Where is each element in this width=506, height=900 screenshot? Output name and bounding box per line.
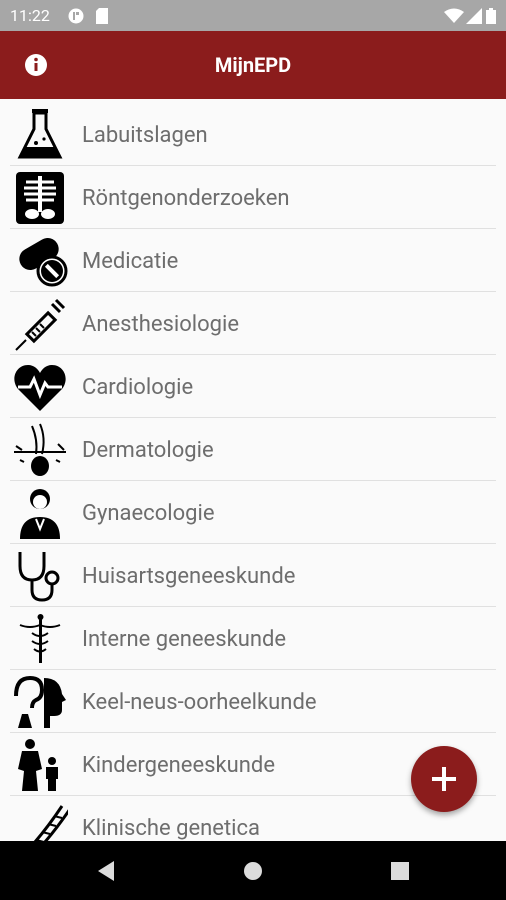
- page-title: MijnEPD: [214, 53, 292, 77]
- back-icon[interactable]: [94, 859, 118, 883]
- battery-icon: [486, 8, 496, 24]
- flask-icon: [17, 109, 63, 159]
- list-item-medicatie[interactable]: Medicatie: [10, 229, 496, 292]
- pills-icon: [19, 238, 68, 287]
- home-icon[interactable]: [241, 859, 265, 883]
- list-item-label: Labuitslagen: [82, 123, 208, 148]
- app-bar: MijnEPD: [0, 31, 506, 99]
- specialty-list: Labuitslagen Röntgenonderzoeken Medicati…: [0, 99, 506, 841]
- signal-icon: [466, 8, 482, 24]
- plus-icon: [432, 767, 456, 791]
- stethoscope-icon: [18, 552, 60, 602]
- list-item-label: Röntgenonderzoeken: [82, 186, 290, 211]
- list-item-label: Medicatie: [82, 249, 179, 274]
- list-item-label: Cardiologie: [82, 375, 194, 400]
- media-icon: [68, 8, 84, 24]
- list-item-labuitslagen[interactable]: Labuitslagen: [10, 103, 496, 166]
- status-bar: 11:22: [0, 0, 506, 31]
- list-item-label: Gynaecologie: [82, 501, 215, 526]
- system-nav-bar: [0, 841, 506, 900]
- skin-hair-icon: [14, 423, 66, 476]
- caduceus-icon: [19, 614, 61, 663]
- list-item-label: Keel-neus-oorheelkunde: [82, 690, 317, 715]
- list-item-label: Interne geneeskunde: [82, 627, 287, 652]
- wifi-icon: [444, 8, 464, 23]
- list-item-label: Klinische genetica: [82, 816, 260, 841]
- list-item-anesthesiologie[interactable]: Anesthesiologie: [10, 292, 496, 355]
- syringe-icon: [15, 298, 66, 351]
- list-item-gynaecologie[interactable]: Gynaecologie: [10, 481, 496, 544]
- dna-icon: [33, 805, 68, 841]
- sim-card-icon: [96, 8, 108, 24]
- add-button[interactable]: [411, 746, 477, 812]
- list-item-label: Kindergeneeskunde: [82, 753, 275, 778]
- status-time: 11:22: [10, 6, 50, 25]
- parent-child-icon: [18, 739, 58, 791]
- list-item-rontgenonderzoeken[interactable]: Röntgenonderzoeken: [10, 166, 496, 229]
- list-item-label: Dermatologie: [82, 438, 214, 463]
- list-item-interne-geneeskunde[interactable]: Interne geneeskunde: [10, 607, 496, 670]
- list-item-huisartsgeneeskunde[interactable]: Huisartsgeneeskunde: [10, 544, 496, 607]
- list-item-cardiologie[interactable]: Cardiologie: [10, 355, 496, 418]
- list-item-label: Anesthesiologie: [82, 312, 240, 337]
- list-item-label: Huisartsgeneeskunde: [82, 564, 296, 589]
- list-item-keel-neus-oorheelkunde[interactable]: Keel-neus-oorheelkunde: [10, 670, 496, 733]
- recents-icon[interactable]: [388, 859, 412, 883]
- heart-icon: [14, 365, 66, 411]
- list-item-dermatologie[interactable]: Dermatologie: [10, 418, 496, 481]
- xray-icon: [16, 172, 64, 224]
- woman-doctor-icon: [20, 489, 60, 539]
- ear-nose-throat-icon: [14, 675, 66, 728]
